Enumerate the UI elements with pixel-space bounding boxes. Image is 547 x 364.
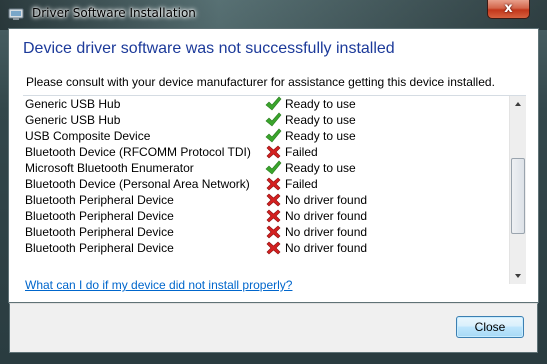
device-row[interactable]: Generic USB Hub Ready to use <box>23 112 509 128</box>
error-x-icon <box>266 177 281 191</box>
scrollbar-thumb[interactable] <box>511 158 525 234</box>
check-icon <box>265 96 282 111</box>
error-x-icon <box>266 209 281 223</box>
device-status: Ready to use <box>285 161 356 175</box>
window-title: Driver Software Installation <box>32 6 196 20</box>
device-status: Ready to use <box>285 97 356 111</box>
device-row[interactable]: Bluetooth Peripheral Device No driver fou… <box>23 240 509 256</box>
main-heading: Device driver software was not successfu… <box>23 40 395 57</box>
check-icon <box>265 128 282 143</box>
dialog-content: Device driver software was not successfu… <box>8 28 539 303</box>
device-name: Bluetooth Peripheral Device <box>25 225 174 239</box>
device-name: USB Composite Device <box>25 129 151 143</box>
device-row[interactable]: Bluetooth Device (Personal Area Network)… <box>23 176 509 192</box>
device-name: Bluetooth Device (RFCOMM Protocol TDI) <box>25 145 251 159</box>
device-name: Generic USB Hub <box>25 97 121 111</box>
title-bar[interactable]: Driver Software Installation x <box>0 0 547 28</box>
device-row[interactable]: Generic USB Hub Ready to use <box>23 96 509 112</box>
device-status: No driver found <box>285 193 368 207</box>
device-name: Microsoft Bluetooth Enumerator <box>25 161 194 175</box>
window-close-button[interactable]: x <box>487 0 530 19</box>
device-status: Ready to use <box>285 129 356 143</box>
close-icon: x <box>504 1 513 16</box>
instruction-text: Please consult with your device manufact… <box>26 75 495 89</box>
device-row[interactable]: Microsoft Bluetooth Enumerator Ready to u… <box>23 160 509 176</box>
dialog-footer: Close <box>9 303 538 353</box>
device-row[interactable]: Bluetooth Device (RFCOMM Protocol TDI) Fa… <box>23 144 509 160</box>
vertical-scrollbar[interactable] <box>509 96 526 284</box>
scroll-up-arrow-icon[interactable] <box>510 96 526 113</box>
window-frame: Driver Software Installation x Device dr… <box>0 0 547 364</box>
device-status: No driver found <box>285 225 368 239</box>
help-link[interactable]: What can I do if my device did not insta… <box>25 278 292 292</box>
device-status: Failed <box>285 177 318 191</box>
device-list[interactable]: Generic USB Hub Ready to use Generic USB H… <box>23 95 526 284</box>
device-name: Bluetooth Peripheral Device <box>25 193 174 207</box>
device-status: No driver found <box>285 241 368 255</box>
device-name: Generic USB Hub <box>25 113 121 127</box>
device-row[interactable]: Bluetooth Peripheral Device No driver fou… <box>23 208 509 224</box>
device-row[interactable]: Bluetooth Peripheral Device No driver fou… <box>23 224 509 240</box>
error-x-icon <box>266 241 281 255</box>
device-row[interactable]: Bluetooth Peripheral Device No driver fou… <box>23 192 509 208</box>
device-status: Ready to use <box>285 113 356 127</box>
device-name: Bluetooth Peripheral Device <box>25 209 174 223</box>
device-row[interactable]: USB Composite Device Ready to use <box>23 128 509 144</box>
check-icon <box>265 160 282 175</box>
scroll-down-arrow-icon[interactable] <box>510 267 526 284</box>
error-x-icon <box>266 225 281 239</box>
error-x-icon <box>266 145 281 159</box>
error-x-icon <box>266 193 281 207</box>
usb-device-icon <box>8 8 24 20</box>
device-name: Bluetooth Device (Personal Area Network) <box>25 177 250 191</box>
close-button[interactable]: Close <box>456 316 524 338</box>
device-status: No driver found <box>285 209 368 223</box>
device-name: Bluetooth Peripheral Device <box>25 241 174 255</box>
device-rows: Generic USB Hub Ready to use Generic USB H… <box>23 96 509 256</box>
device-status: Failed <box>285 145 318 159</box>
check-icon <box>265 112 282 127</box>
